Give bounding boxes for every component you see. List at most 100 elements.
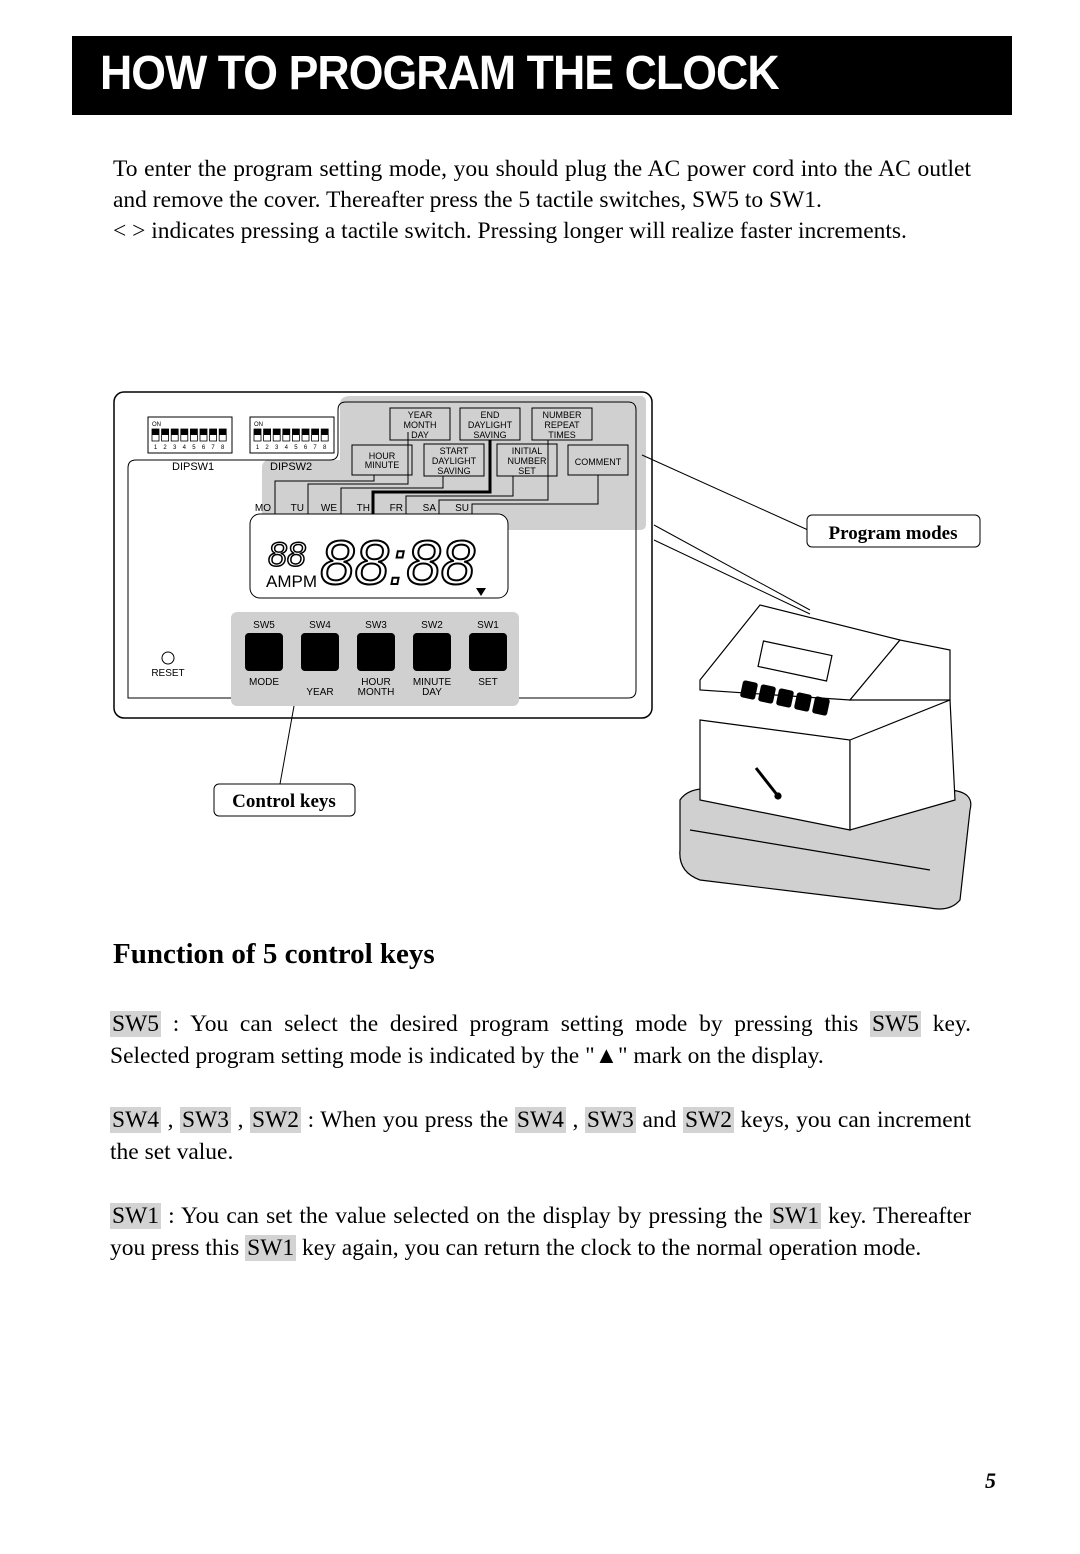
key-label-sw1: SW1: [769, 1203, 821, 1229]
dip-toggle-knob: [311, 429, 319, 435]
day-label: SU: [455, 503, 469, 514]
dip-toggle-knob: [152, 429, 159, 435]
mode-label: SAVING: [473, 430, 506, 440]
key-id-label: SW3: [365, 620, 387, 631]
intro-paragraph-2: < > indicates pressing a tactile switch.…: [113, 218, 907, 244]
mode-label: INITIAL: [512, 446, 543, 456]
key-label-sw5: SW5: [110, 1011, 161, 1037]
dip-toggle-knob: [209, 429, 217, 435]
mode-label: TIMES: [548, 430, 576, 440]
callout-control-keys: Control keys: [213, 783, 356, 817]
mode-box-number-repeat-times: NUMBER REPEAT TIMES: [531, 407, 593, 441]
key-button[interactable]: [357, 633, 395, 671]
day-label: TH: [357, 503, 370, 514]
callout-line: [641, 454, 809, 531]
key-label-sw2: SW2: [682, 1107, 734, 1133]
key-id-label: SW4: [309, 620, 331, 631]
day-label: WE: [321, 503, 337, 514]
section-heading: Function of 5 control keys: [113, 938, 435, 970]
mode-label: REPEAT: [544, 420, 580, 430]
mode-label: COMMENT: [575, 457, 622, 467]
callout-line: [653, 524, 811, 611]
page-number: 5: [985, 1468, 996, 1493]
key-button[interactable]: [413, 633, 451, 671]
page-title: HOW TO PROGRAM THE CLOCK: [100, 47, 780, 100]
mode-box-start-daylight-saving: START DAYLIGHT SAVING: [423, 443, 485, 477]
mode-label: YEAR: [408, 410, 433, 420]
key-label-sw5: SW5: [870, 1011, 921, 1037]
dip-toggle-knob: [180, 429, 188, 435]
clock-panel-diagram: ON 12345678 DIPSW1 ON 12345678 DIPSW2 YE…: [0, 380, 1080, 940]
dip-toggle-knob: [171, 429, 179, 435]
key-label-sw4: SW4: [514, 1107, 566, 1133]
key-button[interactable]: [245, 633, 283, 671]
mode-label: DAY: [411, 430, 429, 440]
sw4-sw3-sw2-description: SW4 , SW3 , SW2 : When you press the SW4…: [110, 1104, 971, 1168]
time-clock-illustration: [679, 604, 972, 910]
mode-label: END: [480, 410, 500, 420]
callout-line: [653, 539, 811, 615]
lcd-main-digits: 88:88: [320, 529, 476, 598]
key-function-label: MONTH: [358, 687, 395, 698]
separator: ,: [161, 1107, 181, 1133]
callout-program-modes: Program modes: [806, 514, 981, 548]
dip-toggle-knob: [190, 429, 198, 435]
mode-label: MONTH: [404, 420, 437, 430]
dip-toggle-knob: [302, 429, 309, 435]
lcd-small-digits: 88: [268, 536, 306, 574]
day-label: MO: [255, 503, 271, 514]
key-id-label: SW1: [477, 620, 499, 631]
key-id-label: SW2: [421, 620, 443, 631]
dip-toggle-knob: [321, 429, 329, 435]
key-function-label: MODE: [249, 677, 279, 688]
key-id-label: SW5: [253, 620, 275, 631]
dip-toggle-knob: [161, 429, 169, 435]
mode-label: DAYLIGHT: [432, 456, 477, 466]
mode-label: NUMBER: [542, 410, 582, 420]
day-label: TU: [291, 503, 304, 514]
callout-label: Program modes: [829, 523, 958, 544]
mode-label: DAYLIGHT: [468, 420, 513, 430]
day-label: FR: [390, 503, 403, 514]
dip-toggle-knob: [254, 429, 261, 435]
dip-toggle-knob: [282, 429, 290, 435]
reset-label: RESET: [151, 668, 184, 679]
key-button[interactable]: [469, 633, 507, 671]
description-text: key again, you can return the clock to t…: [296, 1235, 922, 1261]
lcd-ampm: AMPM: [266, 572, 317, 591]
description-text: : You can set the value selected on the …: [161, 1203, 770, 1229]
key-label-sw4: SW4: [110, 1107, 161, 1133]
key-label-sw3: SW3: [584, 1107, 636, 1133]
key-label-sw3: SW3: [180, 1107, 232, 1133]
sw1-description: SW1 : You can set the value selected on …: [110, 1200, 971, 1264]
description-text: : When you press the: [301, 1107, 515, 1133]
key-label-sw1: SW1: [110, 1203, 161, 1229]
mode-box-comment: COMMENT: [567, 444, 629, 476]
lcd-display: 88 88:88 AMPM: [249, 513, 509, 599]
title-bar: HOW TO PROGRAM THE CLOCK: [72, 36, 1012, 115]
callout-label: Control keys: [232, 791, 336, 812]
mode-label: NUMBER: [507, 456, 547, 466]
intro-paragraph-1: To enter the program setting mode, you s…: [113, 156, 971, 213]
dip-toggle-knob: [200, 429, 207, 435]
key-function-label: SET: [478, 677, 497, 688]
mode-box-end-daylight-saving: END DAYLIGHT SAVING: [459, 407, 521, 441]
dip-toggle-knob: [273, 429, 281, 435]
separator: ,: [231, 1107, 251, 1133]
mode-label: SAVING: [437, 466, 470, 476]
mode-label: MINUTE: [365, 460, 400, 470]
dip-toggle-knob: [219, 429, 227, 435]
key-function-label: DAY: [422, 687, 442, 698]
dip-toggle-knob: [263, 429, 271, 435]
intro-text: To enter the program setting mode, you s…: [113, 154, 971, 247]
key-function-label: YEAR: [306, 687, 333, 698]
key-label-sw2: SW2: [250, 1107, 302, 1133]
mode-label: START: [440, 446, 469, 456]
on-label: ON: [152, 422, 161, 428]
description-text: : You can select the desired program set…: [161, 1011, 870, 1037]
dip-switch-label: DIPSW2: [270, 461, 312, 473]
mode-box-hour-minute: HOUR MINUTE: [351, 444, 413, 476]
dip-switch-label: DIPSW1: [172, 461, 214, 473]
key-button[interactable]: [301, 633, 339, 671]
sw5-description: SW5 : You can select the desired program…: [110, 1008, 971, 1072]
